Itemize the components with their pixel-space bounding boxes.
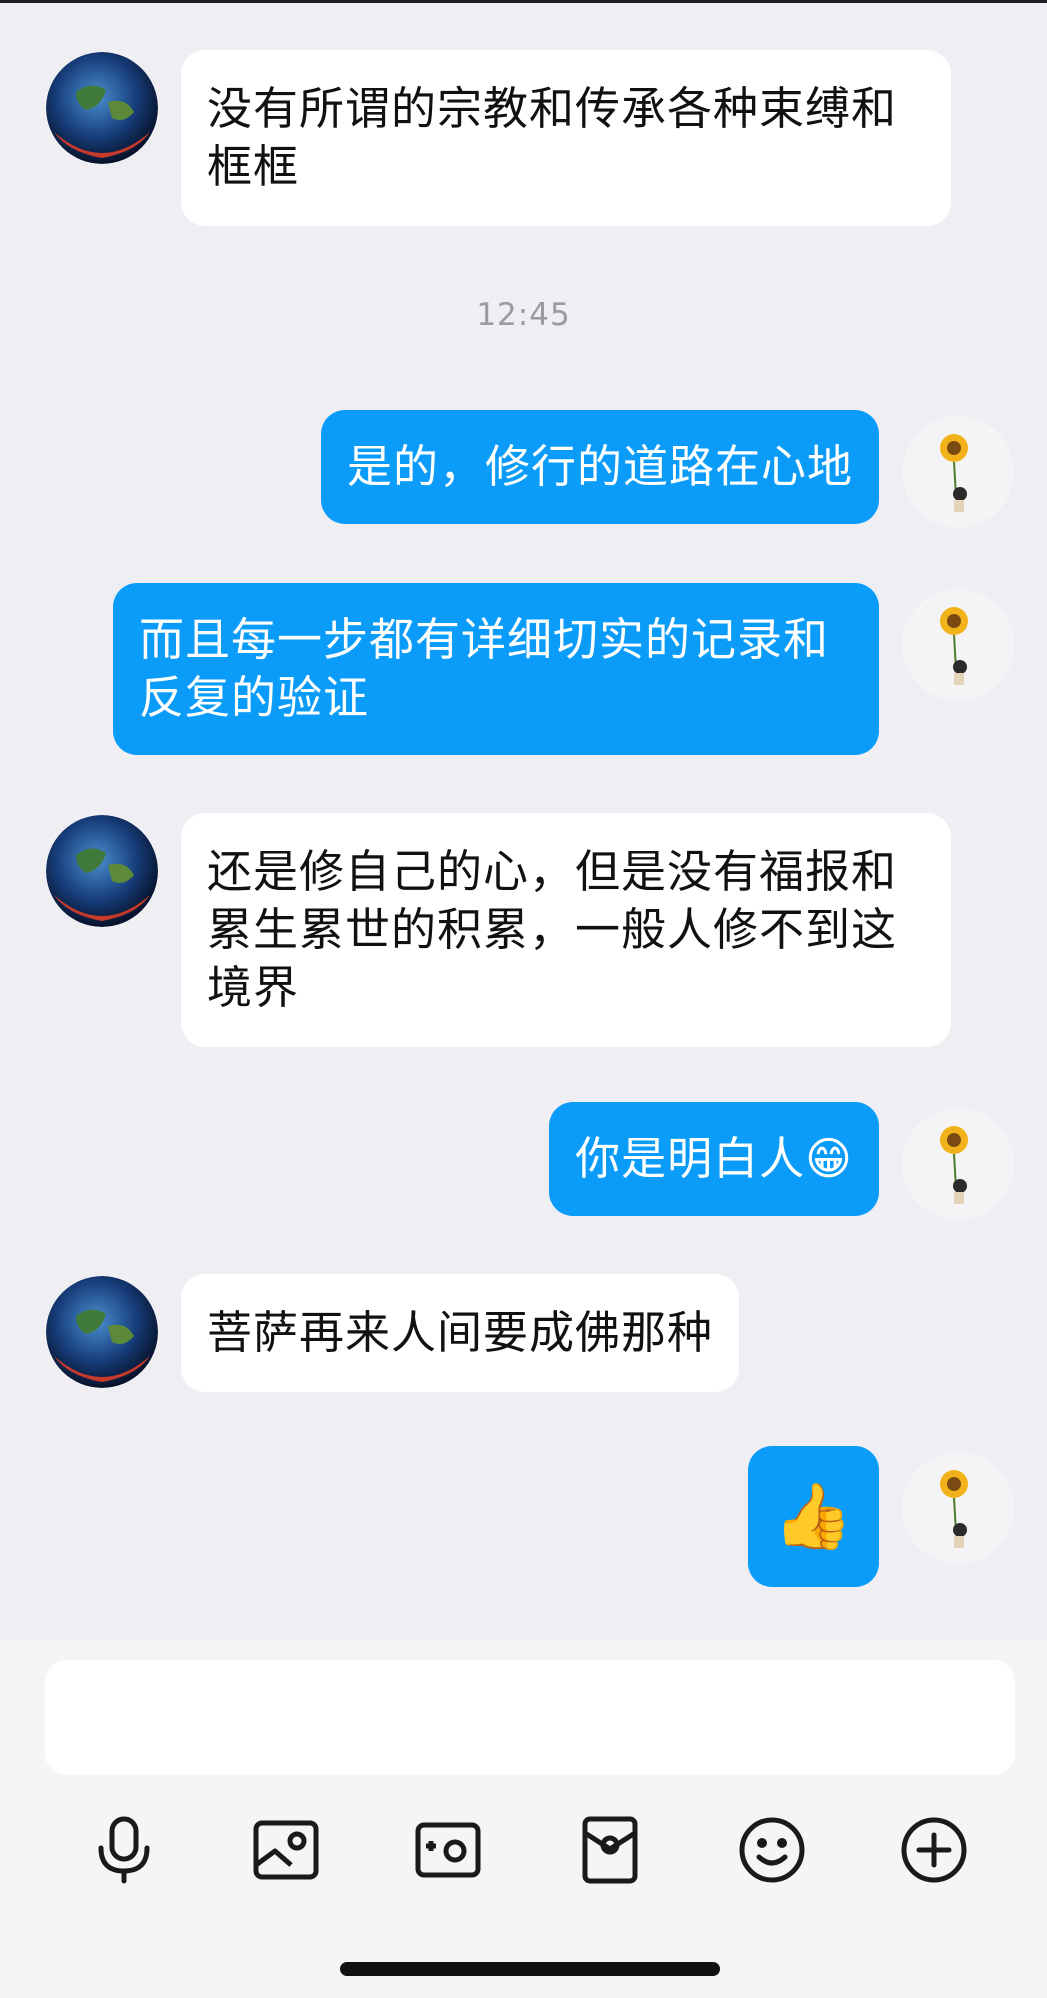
message-text: 你是明白人 bbox=[575, 1132, 806, 1185]
my-avatar[interactable] bbox=[902, 589, 1014, 701]
home-indicator[interactable] bbox=[340, 1962, 720, 1976]
incoming-message-bubble[interactable]: 菩萨再来人间要成佛那种 bbox=[181, 1274, 740, 1392]
incoming-message-bubble[interactable]: 没有所谓的宗教和传承各种束缚和框框 bbox=[181, 50, 951, 226]
grinning-emoji: 😁 bbox=[805, 1132, 853, 1185]
outgoing-message-bubble[interactable]: 你是明白人😁 bbox=[549, 1102, 879, 1216]
message-list[interactable]: 没有所谓的宗教和传承各种束缚和框框 12:45 是的，修行的道路在心地 而且每一… bbox=[0, 0, 1047, 1640]
message-input[interactable] bbox=[45, 1660, 1015, 1775]
thumbs-up-emoji: 👍 bbox=[773, 1479, 854, 1554]
message-text: 没有所谓的宗教和传承各种束缚和框框 bbox=[207, 82, 898, 193]
image-button[interactable] bbox=[236, 1800, 336, 1900]
outgoing-message-bubble[interactable]: 而且每一步都有详细切实的记录和反复的验证 bbox=[113, 583, 879, 755]
camera-icon bbox=[415, 1822, 481, 1878]
message-text: 菩萨再来人间要成佛那种 bbox=[207, 1306, 714, 1359]
plus-icon bbox=[901, 1817, 967, 1883]
message-text: 而且每一步都有详细切实的记录和反复的验证 bbox=[139, 613, 830, 724]
emoji-button[interactable] bbox=[722, 1800, 822, 1900]
image-icon bbox=[253, 1820, 319, 1880]
red-packet-icon bbox=[582, 1816, 638, 1884]
composer-panel bbox=[0, 1640, 1047, 1998]
my-avatar[interactable] bbox=[902, 1452, 1014, 1564]
emoji-icon bbox=[739, 1817, 805, 1883]
camera-button[interactable] bbox=[398, 1800, 498, 1900]
contact-avatar[interactable] bbox=[46, 52, 158, 164]
my-avatar[interactable] bbox=[902, 1108, 1014, 1220]
message-text: 是的，修行的道路在心地 bbox=[346, 440, 853, 493]
outgoing-message-bubble[interactable]: 👍 bbox=[748, 1446, 879, 1587]
contact-avatar[interactable] bbox=[46, 815, 158, 927]
contact-avatar[interactable] bbox=[46, 1276, 158, 1388]
my-avatar[interactable] bbox=[902, 416, 1014, 528]
timestamp: 12:45 bbox=[476, 297, 571, 333]
message-text: 还是修自己的心，但是没有福报和累生累世的积累，一般人修不到这境界 bbox=[207, 845, 898, 1014]
incoming-message-bubble[interactable]: 还是修自己的心，但是没有福报和累生累世的积累，一般人修不到这境界 bbox=[181, 813, 951, 1047]
red-packet-button[interactable] bbox=[560, 1800, 660, 1900]
outgoing-message-bubble[interactable]: 是的，修行的道路在心地 bbox=[320, 410, 879, 524]
more-button[interactable] bbox=[884, 1800, 984, 1900]
microphone-icon bbox=[98, 1816, 150, 1884]
composer-toolbar bbox=[0, 1800, 1047, 1900]
microphone-button[interactable] bbox=[74, 1800, 174, 1900]
